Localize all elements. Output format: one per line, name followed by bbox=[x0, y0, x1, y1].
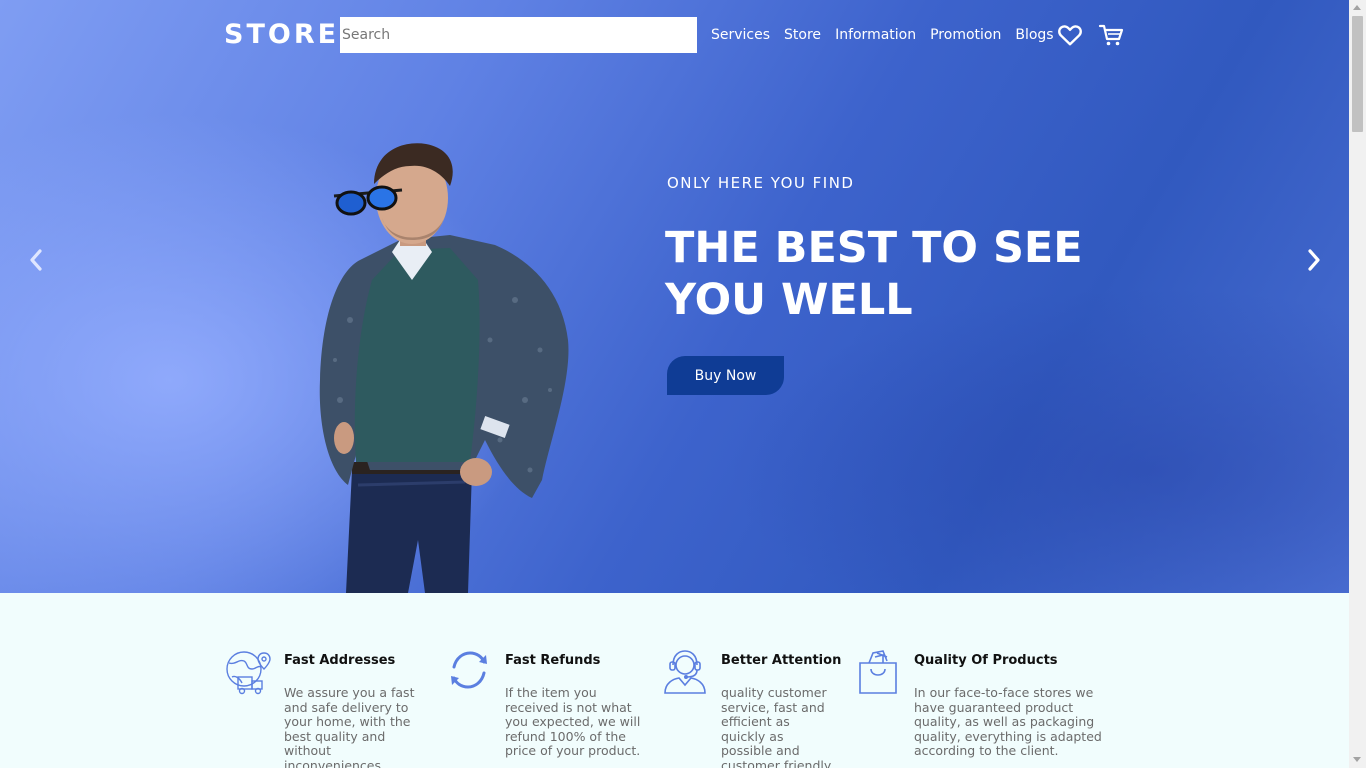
hero-headline: THE BEST TO SEE YOU WELL bbox=[665, 222, 1125, 326]
feature-title: Fast Refunds bbox=[505, 653, 601, 668]
nav-promotion[interactable]: Promotion bbox=[930, 25, 1001, 45]
scroll-up-icon[interactable] bbox=[1353, 5, 1361, 10]
feature-text: quality customer service, fast and effic… bbox=[721, 685, 834, 768]
feature-title: Fast Addresses bbox=[284, 653, 396, 668]
feature-text: In our face-to-face stores we have guara… bbox=[914, 685, 1102, 759]
feature-text: We assure you a fast and safe delivery t… bbox=[284, 685, 415, 768]
carousel-prev-icon[interactable] bbox=[24, 246, 48, 274]
nav-services[interactable]: Services bbox=[711, 25, 770, 45]
buy-now-button[interactable]: Buy Now bbox=[667, 356, 784, 395]
globe-delivery-icon bbox=[226, 651, 271, 695]
main-nav: Services Store Information Promotion Blo… bbox=[711, 25, 1068, 45]
scroll-thumb[interactable] bbox=[1352, 16, 1363, 132]
nav-information[interactable]: Information bbox=[835, 25, 916, 45]
brand-logo[interactable]: STORE bbox=[224, 19, 339, 50]
shopping-bag-icon bbox=[859, 650, 897, 694]
model-image bbox=[319, 143, 569, 593]
cart-icon[interactable] bbox=[1098, 22, 1124, 48]
feature-title: Quality Of Products bbox=[914, 653, 1058, 668]
feature-text: If the item you received is not what you… bbox=[505, 685, 641, 759]
hero-headline-line1: THE BEST TO SEE bbox=[665, 223, 1083, 273]
nav-store[interactable]: Store bbox=[784, 25, 821, 45]
hero-section: STORE Services Store Information Promoti… bbox=[0, 0, 1349, 593]
nav-blogs[interactable]: Blogs bbox=[1015, 25, 1053, 45]
search-input[interactable] bbox=[340, 17, 697, 53]
scroll-down-icon[interactable] bbox=[1353, 757, 1361, 762]
page-scrollbar[interactable] bbox=[1349, 0, 1366, 768]
heart-icon[interactable] bbox=[1057, 22, 1083, 48]
hero-tagline: ONLY HERE YOU FIND bbox=[667, 174, 855, 192]
support-agent-icon bbox=[664, 650, 706, 694]
page: STORE Services Store Information Promoti… bbox=[0, 0, 1349, 768]
features-section: Fast Addresses We assure you a fast and … bbox=[0, 593, 1349, 768]
refresh-icon bbox=[451, 651, 487, 689]
feature-title: Better Attention bbox=[721, 653, 842, 668]
hero-headline-line2: YOU WELL bbox=[665, 275, 913, 325]
carousel-next-icon[interactable] bbox=[1302, 246, 1326, 274]
